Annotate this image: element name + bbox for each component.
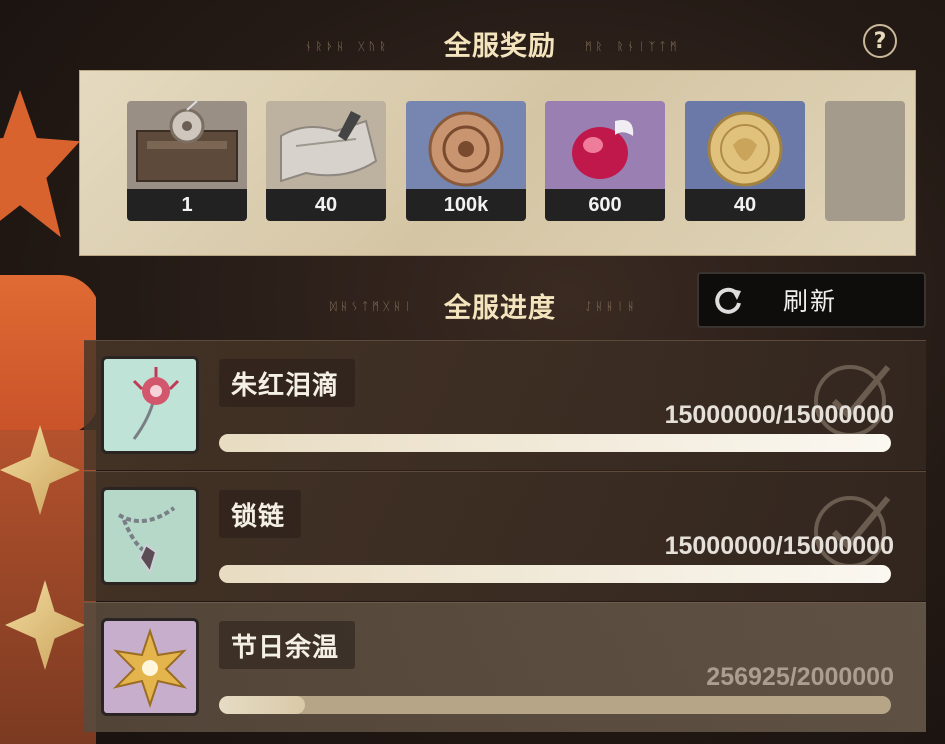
task-name-badge: 节日余温 [219,621,356,669]
gold-star-icon [101,618,199,716]
reward-count: 600 [545,189,665,221]
bronze-coin-icon [406,101,526,189]
progress-bar [219,434,891,452]
red-flower-icon [101,356,199,454]
progress-bar-fill [219,434,891,452]
refresh-label: 刷新 [783,287,838,316]
decorative-runes: ᛇᚺᚺᛁᚺ [585,300,638,313]
progress-bar-fill [219,565,891,583]
rewards-title: 全服奖励 [444,31,556,62]
task-row: 朱红泪滴 15000000/15000000 [84,340,926,470]
gold-coin-icon [685,101,805,189]
orange-star-decoration [0,90,80,238]
machine-crate-icon [127,101,247,189]
progress-bar [219,696,891,714]
decorative-runes: ᛗᚱ ᚱᚾᛁᛉᛏᛗ [585,40,681,53]
task-progress-value: 15000000/15000000 [664,532,894,560]
task-row: 节日余温 256925/2000000 [84,602,926,732]
reward-item[interactable]: 40 [685,101,805,221]
reward-count: 100k [406,189,526,221]
help-button[interactable]: ? [863,24,897,58]
reward-item[interactable]: 1 [127,101,247,221]
reward-item[interactable]: 600 [545,101,665,221]
task-progress-value: 15000000/15000000 [664,401,894,429]
rewards-panel: 1 40 100k 600 40 [79,70,916,256]
progress-bar [219,565,891,583]
refresh-button[interactable]: 刷新 [697,272,926,328]
progress-list: 朱红泪滴 15000000/15000000 锁链 15000000/15000… [84,340,926,740]
refresh-icon [715,287,741,314]
red-gem-icon [545,101,665,189]
task-name: 节日余温 [231,632,340,663]
task-progress-value: 256925/2000000 [706,663,894,691]
reward-item[interactable]: 40 [266,101,386,221]
cloth-scroll-icon [266,101,386,189]
decorative-runes: ᛞᚺᛊᛏᛗᚷᚺᛁ [330,300,415,313]
progress-bar-fill [219,696,306,714]
task-name: 锁链 [231,501,286,532]
task-name-badge: 锁链 [219,490,302,538]
task-name: 朱红泪滴 [231,370,340,401]
chain-pendant-icon [101,487,199,585]
task-name-badge: 朱红泪滴 [219,359,356,407]
task-row: 锁链 15000000/15000000 [84,471,926,601]
reward-item-partial[interactable] [825,101,905,221]
progress-title: 全服进度 [444,293,556,324]
reward-item[interactable]: 100k [406,101,526,221]
decorative-runes: ᚾᚱᚦᚺ ᚷᚢᚱ [305,40,390,53]
reward-count: 40 [266,189,386,221]
orange-flower-decoration [0,275,96,435]
reward-count: 1 [127,189,247,221]
reward-count: 40 [685,189,805,221]
